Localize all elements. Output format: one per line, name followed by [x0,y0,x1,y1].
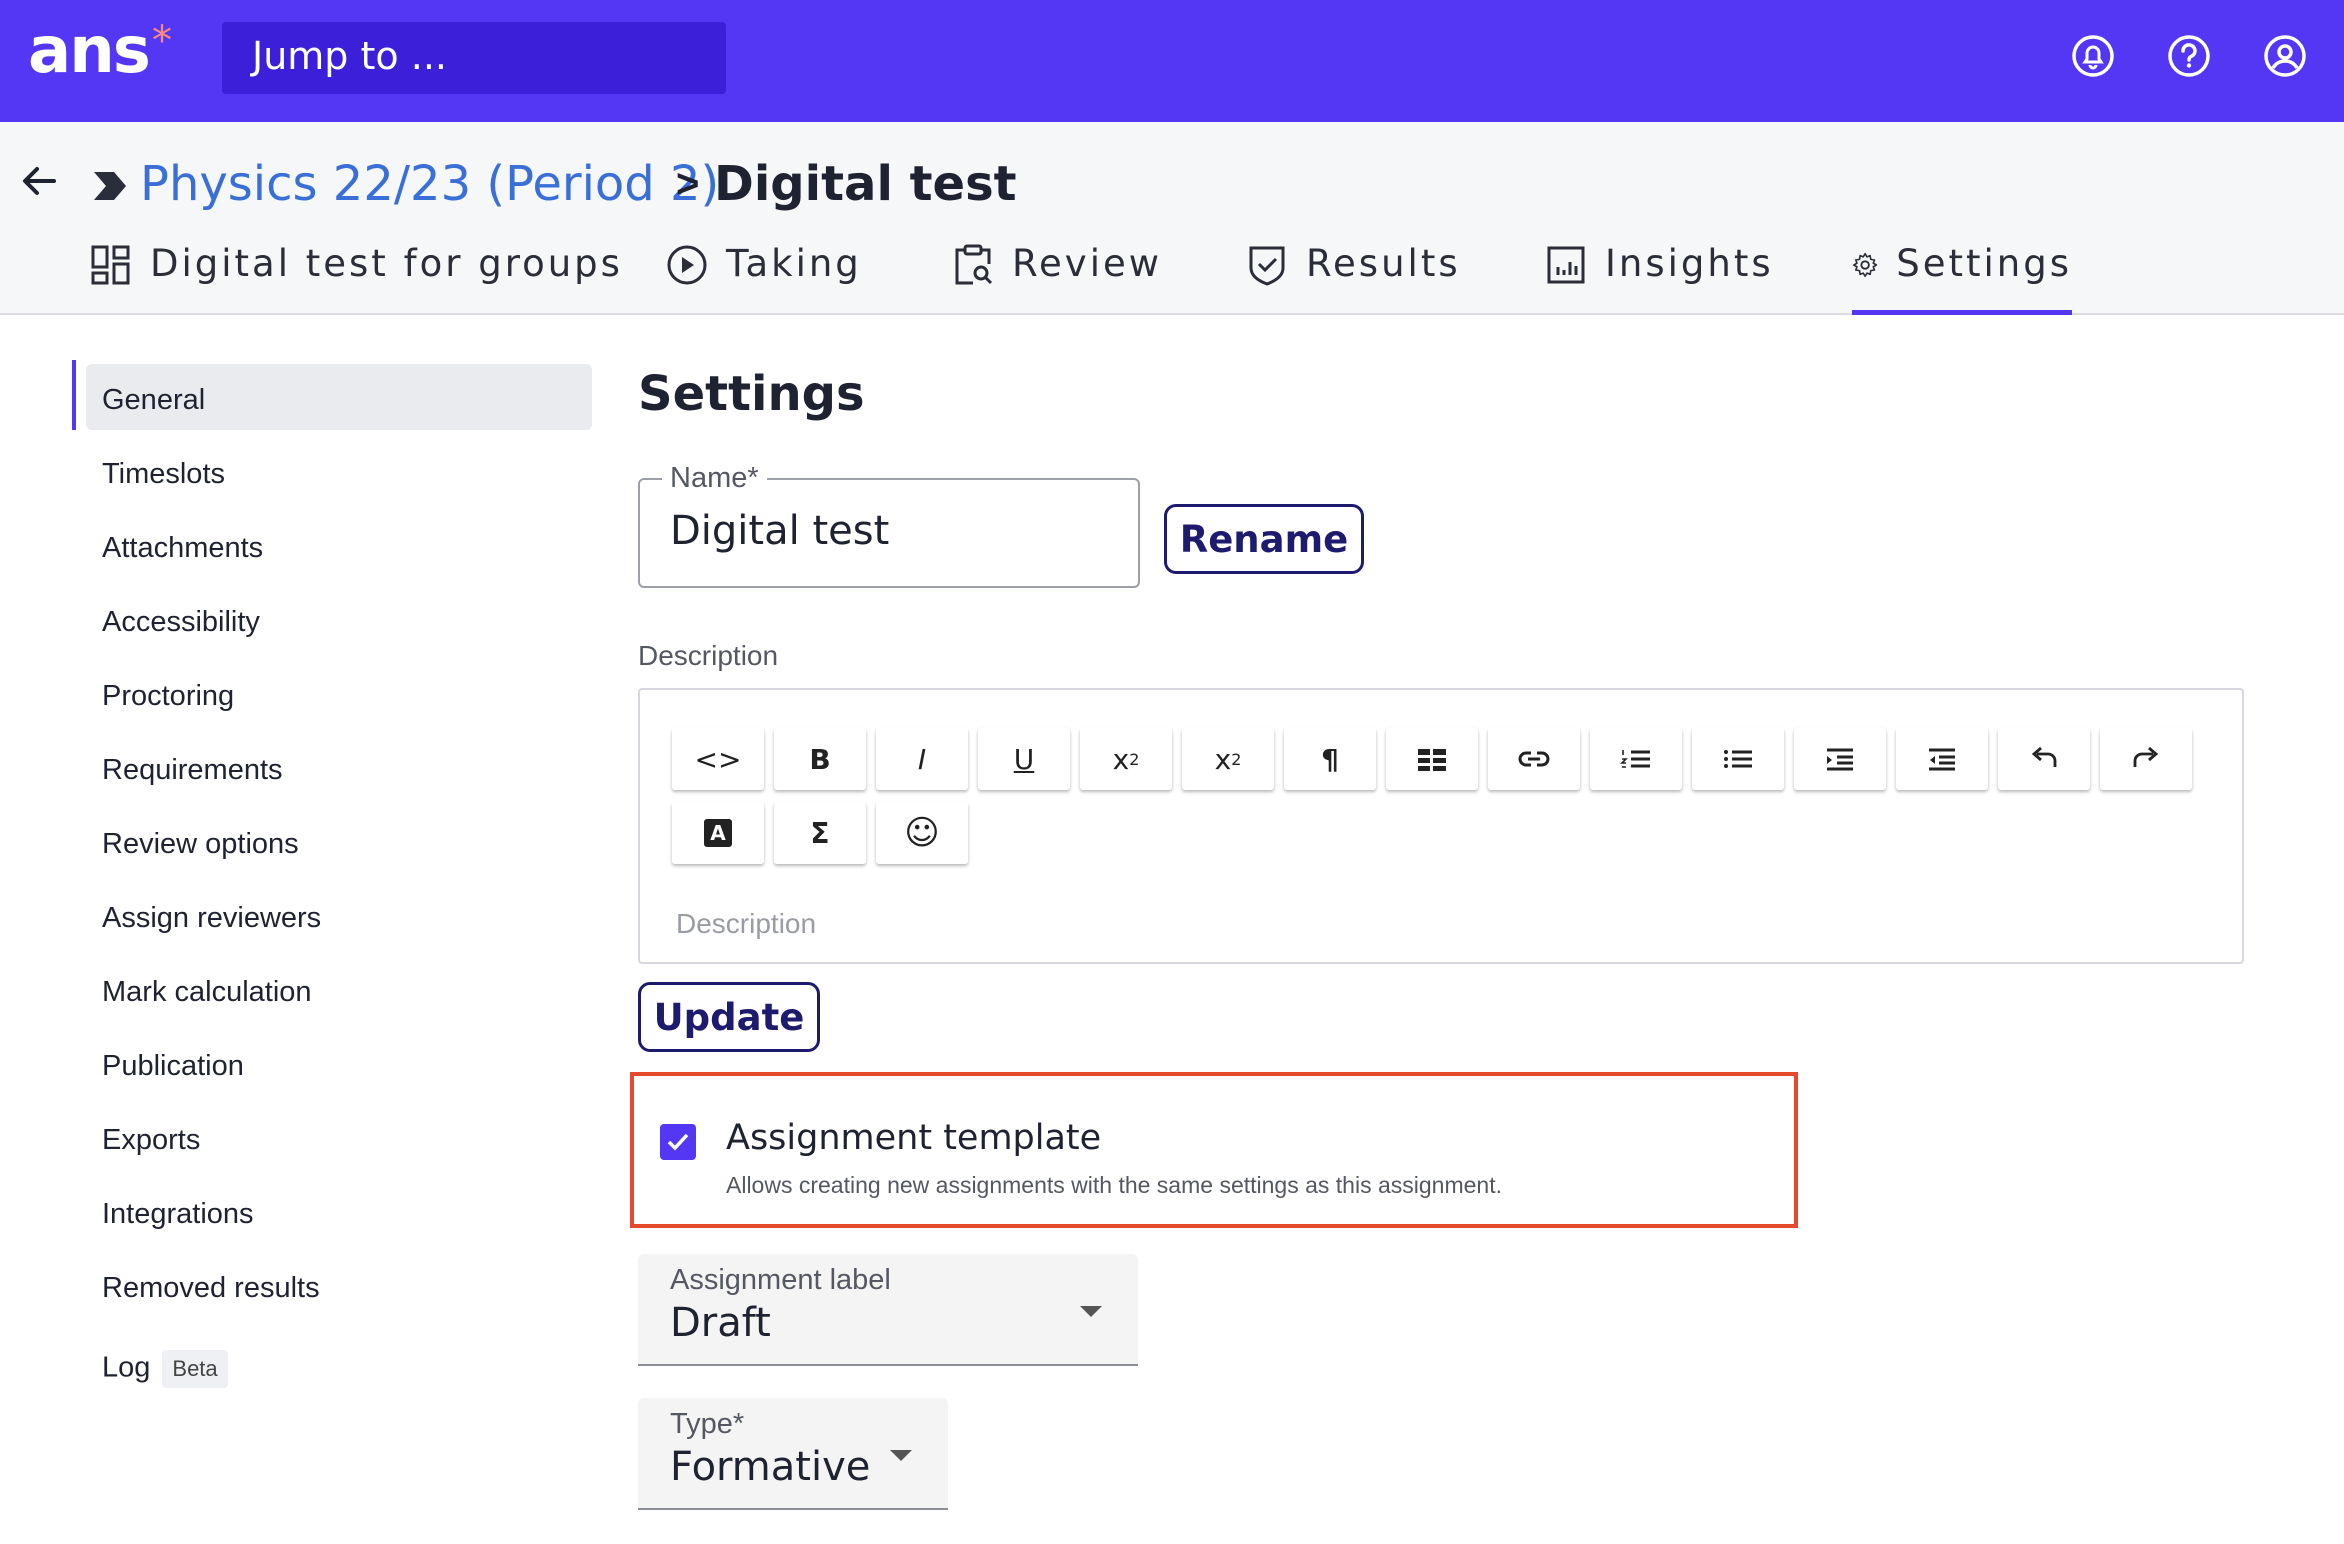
emoji-button[interactable]: ☺ [876,802,968,864]
back-arrow-icon[interactable] [18,160,60,202]
dropdown-caret-icon [890,1450,912,1461]
link-icon [1518,751,1550,767]
sidebar-item-label: Log [102,1351,151,1384]
italic-button[interactable]: I [876,728,968,790]
sidebar-item-timeslots[interactable]: Timeslots [86,438,592,504]
sidebar-item-removed-results[interactable]: Removed results [86,1252,592,1318]
grid-icon [91,245,130,285]
sidebar-item-mark-calculation[interactable]: Mark calculation [86,956,592,1022]
undo-icon [2031,746,2057,767]
sidebar-item-requirements[interactable]: Requirements [86,734,592,800]
assignment-template-help: Allows creating new assignments with the… [726,1172,1502,1198]
top-bar: ans * Jump to ... [0,0,2344,122]
tab-insights[interactable]: Insights [1545,238,1774,315]
subscript-button[interactable]: x2 [1080,728,1172,790]
beta-badge: Beta [162,1350,228,1388]
paragraph-button[interactable]: ¶ [1284,728,1376,790]
outdent-button[interactable] [1896,728,1988,790]
link-button[interactable] [1488,728,1580,790]
redo-icon [2133,746,2159,767]
help-icon[interactable] [2166,33,2212,79]
sidebar-item-integrations[interactable]: Integrations [86,1178,592,1244]
tab-taking[interactable]: Taking [666,238,862,315]
type-label: Type* [670,1408,745,1440]
bulleted-list-icon [1724,750,1752,768]
tab-digital-test-for-groups[interactable]: Digital test for groups [90,238,623,315]
tab-results[interactable]: Results [1246,238,1461,315]
sidebar-item-exports[interactable]: Exports [86,1104,592,1170]
table-button[interactable] [1386,728,1478,790]
outdent-icon [1929,748,1955,771]
assignment-template-label[interactable]: Assignment template [726,1118,1101,1158]
sidebar-item-proctoring[interactable]: Proctoring [86,660,592,726]
play-circle-icon [667,245,707,285]
logo-asterisk: * [152,18,172,64]
tab-label: Settings [1896,242,2072,285]
app-logo[interactable]: ans [28,14,151,88]
superscript-glyph: x [1214,742,1232,776]
sidebar-item-assign-reviewers[interactable]: Assign reviewers [86,882,592,948]
shield-check-icon [1249,246,1285,286]
rename-button[interactable]: Rename [1164,504,1364,574]
sidebar-item-log[interactable]: Log Beta [86,1330,592,1396]
name-field-value[interactable]: Digital test [670,508,889,554]
breadcrumb-separator: > [676,162,700,206]
type-value: Formative [670,1444,871,1490]
math-formula-button[interactable]: Σ [774,802,866,864]
tab-review[interactable]: Review [952,238,1162,315]
assignment-label-select[interactable]: Assignment label Draft [638,1254,1138,1366]
name-field-label: Name* [662,462,767,495]
redo-button[interactable] [2100,728,2192,790]
course-chevron-icon [92,170,128,202]
section-title: Settings [638,366,865,422]
text-color-icon: A [704,819,732,847]
superscript-button[interactable]: x2 [1182,728,1274,790]
gear-icon [1853,252,1878,278]
indent-button[interactable] [1794,728,1886,790]
sidebar-item-publication[interactable]: Publication [86,1030,592,1096]
assignment-template-checkbox[interactable] [660,1124,696,1160]
undo-button[interactable] [1998,728,2090,790]
clipboard-search-icon [955,244,993,285]
notifications-bell-icon[interactable] [2070,33,2116,79]
superscript-mark: 2 [1231,749,1242,769]
assignment-label-value: Draft [670,1300,771,1346]
breadcrumb-course-link[interactable]: Physics 22/23 (Period 2) [140,156,719,212]
description-label: Description [638,640,779,671]
tab-label: Results [1306,242,1461,285]
jump-to-search[interactable]: Jump to ... [222,22,726,94]
tab-settings[interactable]: Settings [1852,238,2072,315]
sidebar-item-general[interactable]: General [86,364,592,430]
assignment-label-label: Assignment label [670,1264,891,1296]
ordered-list-icon [1620,750,1650,768]
user-account-icon[interactable] [2262,33,2308,79]
ordered-list-button[interactable] [1590,728,1682,790]
update-button[interactable]: Update [638,982,820,1052]
dropdown-caret-icon [1080,1306,1102,1317]
description-placeholder: Description [676,908,817,939]
text-color-button[interactable]: A [672,802,764,864]
tab-label: Review [1012,242,1163,285]
table-icon [1418,749,1446,771]
indent-icon [1827,748,1853,771]
sidebar-item-attachments[interactable]: Attachments [86,512,592,578]
page-title: Digital test [714,156,1017,212]
bulleted-list-button[interactable] [1692,728,1784,790]
code-view-button[interactable]: <> [672,728,764,790]
sidebar-item-accessibility[interactable]: Accessibility [86,586,592,652]
subscript-mark: 2 [1129,749,1140,769]
bold-button[interactable]: B [774,728,866,790]
tab-label: Taking [726,242,862,285]
sidebar-active-indicator [72,360,76,430]
subscript-glyph: x [1112,742,1130,776]
bar-chart-icon [1547,246,1585,284]
assignment-tabs: Digital test for groups Taking Review Re… [0,238,2344,315]
underline-button[interactable]: U [978,728,1070,790]
check-icon [667,1133,689,1151]
type-select[interactable]: Type* Formative [638,1398,948,1510]
sidebar-item-review-options[interactable]: Review options [86,808,592,874]
tab-label: Insights [1605,242,1774,285]
tab-label: Digital test for groups [150,242,623,285]
